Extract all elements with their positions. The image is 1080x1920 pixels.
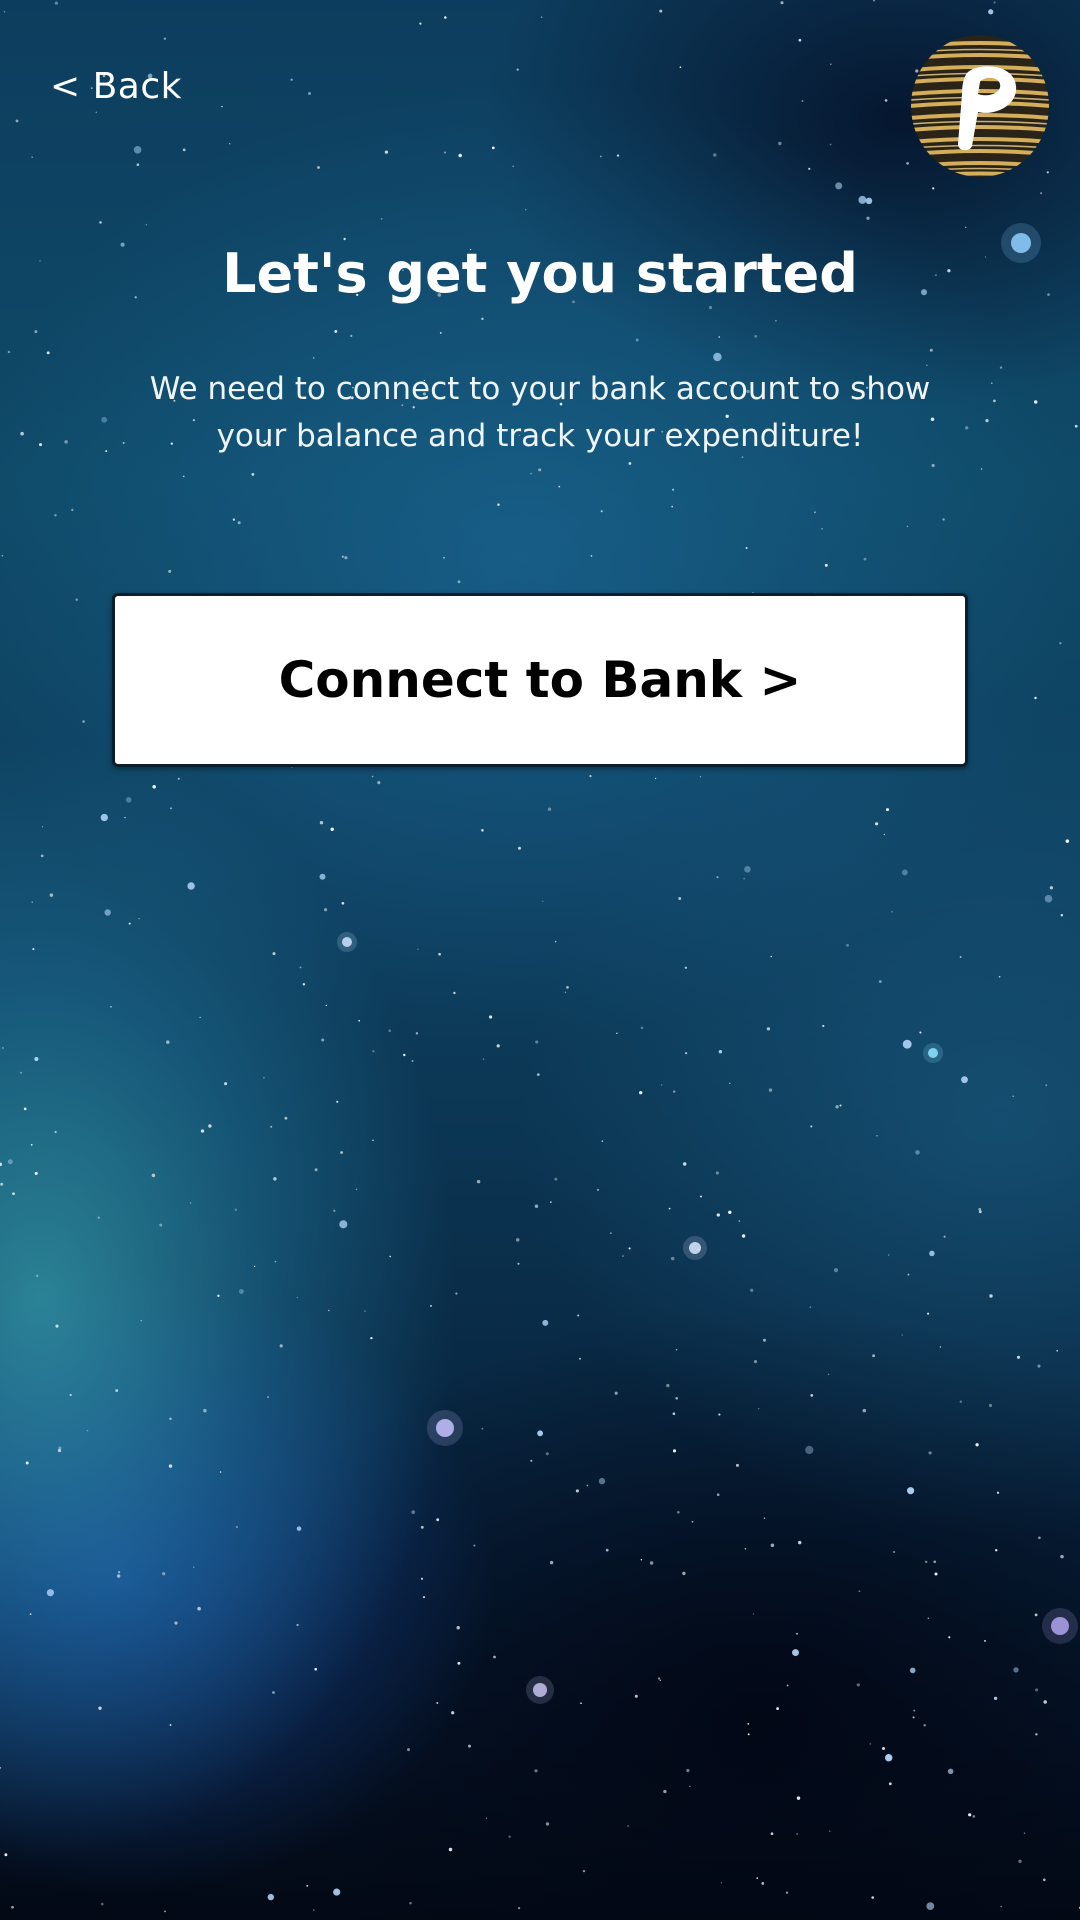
connect-to-bank-button[interactable]: Connect to Bank >: [112, 593, 968, 767]
p-logo-icon[interactable]: [910, 34, 1050, 179]
back-button[interactable]: < Back: [50, 66, 182, 107]
screen: < Back Let's get you started We need to …: [0, 0, 1080, 1920]
connect-to-bank-label: Connect to Bank >: [278, 651, 802, 709]
page-title: Let's get you started: [222, 242, 858, 305]
page-subtitle: We need to connect to your bank account …: [149, 371, 931, 454]
